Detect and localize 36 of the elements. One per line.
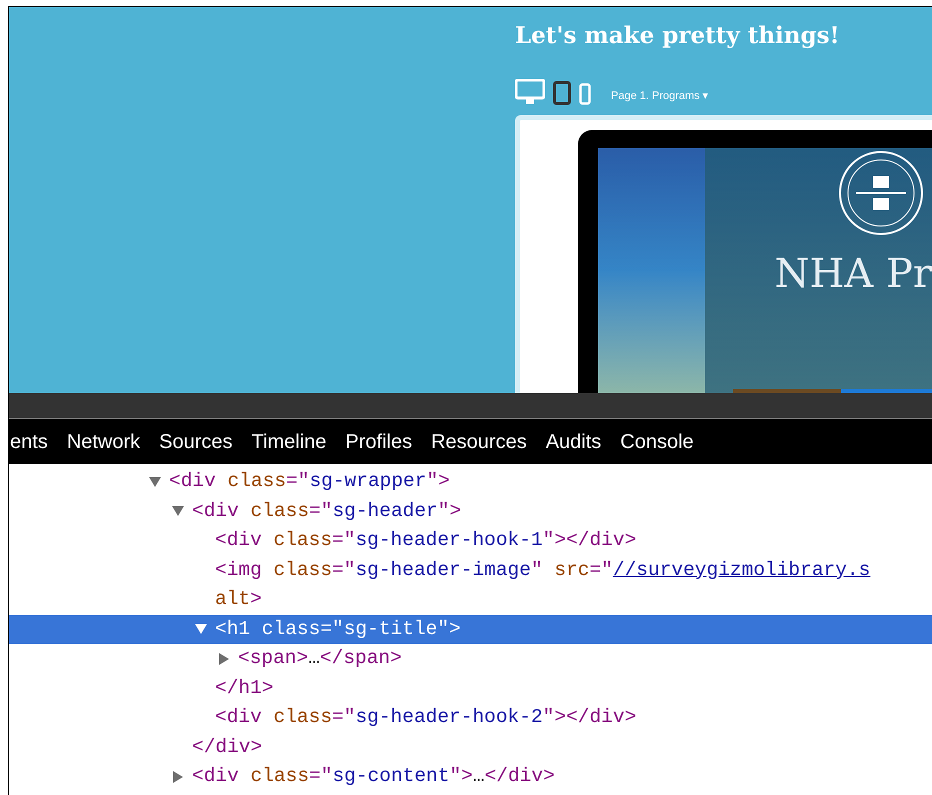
collapsed-triangle-icon[interactable]	[172, 770, 184, 783]
seal-logo-icon	[838, 150, 924, 236]
devtools-tab[interactable]: ents	[10, 426, 48, 456]
devtools-tab[interactable]: Network	[66, 426, 140, 456]
expanded-triangle-icon[interactable]	[149, 476, 161, 488]
code-line: </h1>	[215, 676, 274, 701]
dom-node-row[interactable]: <span>…</span>	[9, 644, 932, 674]
dom-node-row[interactable]: <div class="sg-content">…</div>	[9, 762, 932, 792]
dom-node-row[interactable]: <div class="sg-header">	[9, 496, 932, 526]
code-line: alt>	[215, 587, 262, 612]
dom-node-row[interactable]: <img class="sg-header-image" src="//surveygizmolibrary.s	[9, 556, 932, 585]
code-line: </div>	[192, 734, 262, 760]
devtools-tab[interactable]: Sources	[159, 426, 233, 456]
expanded-triangle-icon[interactable]	[172, 505, 184, 518]
devtools-tab[interactable]: Timeline	[252, 426, 326, 456]
expanded-triangle-icon[interactable]	[195, 623, 207, 636]
screen-heading: NHA Pr	[774, 250, 932, 299]
code-line: <div class="sg-wrapper">	[169, 469, 450, 494]
tablet-icon[interactable]	[553, 81, 571, 105]
preview-title: Let's make pretty things!	[515, 21, 841, 51]
devtools-tab[interactable]: Audits	[546, 426, 602, 456]
devtools-tab[interactable]: Console	[620, 426, 694, 456]
dom-node-row[interactable]: <h1 class="sg-title">	[9, 614, 932, 644]
devtools-tab[interactable]: Profiles	[345, 426, 412, 456]
dom-node-row[interactable]: <div class="sg-header-hook-1"></div>	[9, 526, 932, 556]
collapsed-triangle-icon[interactable]	[218, 652, 230, 665]
devtools-tab[interactable]: Resources	[431, 426, 527, 456]
code-line: <img class="sg-header-image" src="//surveygizmolibrary.s	[215, 558, 870, 583]
code-line: <div class="sg-header-hook-1"></div>	[215, 528, 636, 554]
dom-node-row[interactable]: <div class="sg-header-hook-2"></div>	[9, 703, 932, 732]
code-line: <div class="sg-header">	[192, 498, 462, 524]
code-line: <div class="sg-header-hook-2"></div>	[215, 705, 636, 730]
dom-node-row[interactable]: <div class="sg-wrapper">	[9, 467, 932, 496]
code-line: <div class="sg-content">…</div>	[192, 764, 555, 790]
code-line: <h1 class="sg-title">	[215, 616, 461, 642]
code-line: <span>…</span>	[238, 646, 402, 672]
